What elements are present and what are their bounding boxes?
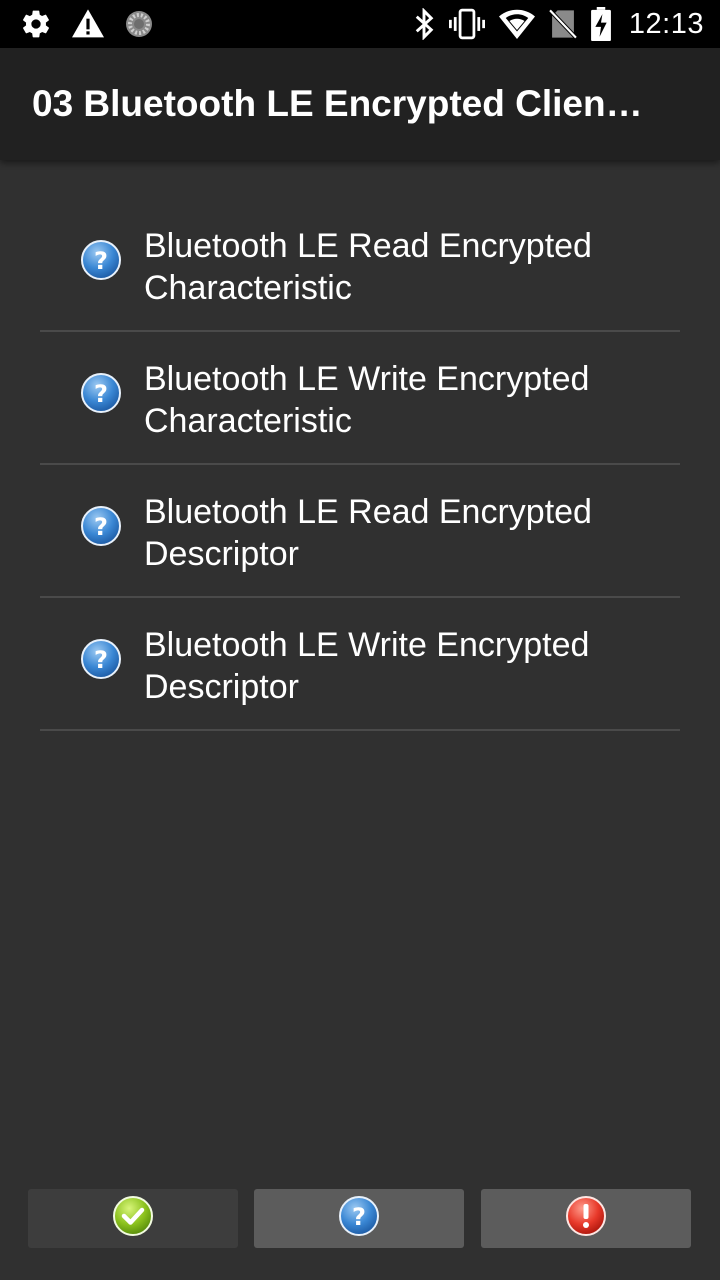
- info-button[interactable]: ?: [254, 1189, 464, 1248]
- fail-button[interactable]: [481, 1189, 691, 1248]
- list-item[interactable]: ? Bluetooth LE Read Encrypted Descriptor: [40, 465, 680, 598]
- wifi-icon: [498, 9, 535, 39]
- battery-charging-icon: [591, 7, 611, 41]
- question-icon: ?: [80, 638, 122, 680]
- settings-icon: [20, 8, 52, 40]
- list-item-label: Bluetooth LE Read Encrypted Characterist…: [144, 227, 592, 307]
- svg-text:?: ?: [94, 646, 108, 674]
- list-item[interactable]: ? Bluetooth LE Read Encrypted Characteri…: [40, 199, 680, 332]
- list-item-label: Bluetooth LE Write Encrypted Descriptor: [144, 626, 590, 706]
- svg-text:?: ?: [352, 1203, 366, 1231]
- svg-text:?: ?: [94, 380, 108, 408]
- status-left: [20, 8, 154, 40]
- app-bar: 03 Bluetooth LE Encrypted Client Test: [0, 48, 720, 160]
- page-title: 03 Bluetooth LE Encrypted Client Test: [32, 83, 652, 124]
- test-list: ? Bluetooth LE Read Encrypted Characteri…: [40, 199, 680, 731]
- question-icon: ?: [80, 239, 122, 281]
- status-bar: 12:13: [0, 0, 720, 48]
- bluetooth-icon: [413, 8, 435, 40]
- exclamation-icon: [565, 1195, 607, 1242]
- button-bar: ?: [28, 1189, 692, 1248]
- check-icon: [112, 1195, 154, 1242]
- no-sim-icon: [548, 9, 577, 39]
- status-right: 12:13: [413, 7, 704, 41]
- question-icon: ?: [338, 1195, 380, 1242]
- list-item-label: Bluetooth LE Write Encrypted Characteris…: [144, 360, 590, 440]
- list-item-label: Bluetooth LE Read Encrypted Descriptor: [144, 493, 592, 573]
- question-icon: ?: [80, 505, 122, 547]
- warning-icon: [72, 9, 104, 39]
- list-item[interactable]: ? Bluetooth LE Write Encrypted Character…: [40, 332, 680, 465]
- status-clock: 12:13: [628, 7, 704, 40]
- pass-button[interactable]: [28, 1189, 238, 1248]
- sync-icon: [124, 9, 154, 39]
- svg-text:?: ?: [94, 247, 108, 275]
- vibrate-icon: [448, 8, 485, 40]
- question-icon: ?: [80, 372, 122, 414]
- screen: 12:13 03 Bluetooth LE Encrypted Client T…: [0, 0, 720, 1280]
- list-item[interactable]: ? Bluetooth LE Write Encrypted Descripto…: [40, 598, 680, 731]
- svg-text:?: ?: [94, 513, 108, 541]
